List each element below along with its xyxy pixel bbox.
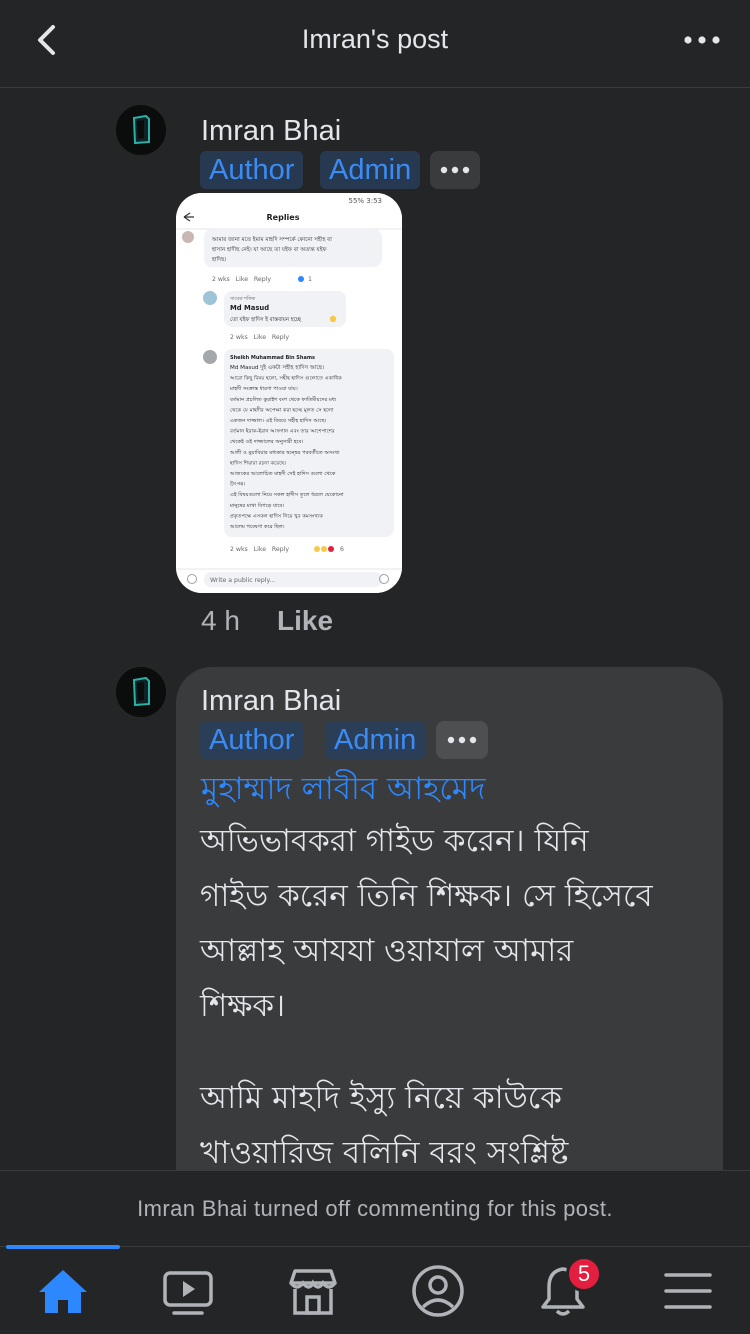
- top-bar: Imran's post: [0, 0, 750, 88]
- attachment-line: আমার জানা মতে ইমাম মাহদি সম্পর্কে কোনো স…: [211, 235, 332, 243]
- reply-avatar: [182, 231, 194, 243]
- marketplace-icon[interactable]: [283, 1261, 343, 1321]
- comments-feed[interactable]: Imran Bhai Author Admin 55% 3:53 Replies…: [0, 89, 750, 1170]
- sheikh-reply-line: আরো কিছু বিষয় হলো, সহীহ হাদিস গুলোতে এক…: [229, 375, 342, 382]
- svg-text:তো যইফ হাদিস ই বাস্তবায়ন হচ্ছ: তো যইফ হাদিস ই বাস্তবায়ন হচ্ছে: [230, 317, 302, 323]
- like-button[interactable]: Like: [277, 605, 333, 637]
- notice-text: turned off commenting for this post.: [247, 1196, 613, 1221]
- avatar-logo-icon: [116, 105, 166, 155]
- page-title: Imran's post: [301, 24, 449, 54]
- author-badge: Author: [200, 151, 304, 189]
- commenting-off-notice: Imran Bhai turned off commenting for thi…: [0, 1170, 750, 1246]
- svg-text:1: 1: [308, 276, 312, 283]
- comment-text-line: আমি মাহদি ইস্যু নিয়ে কাউকে: [200, 1080, 562, 1116]
- menu-icon[interactable]: [658, 1261, 718, 1321]
- home-icon[interactable]: [33, 1261, 93, 1321]
- reply-avatar: [203, 291, 217, 305]
- attachment-line: হাদিছ।: [211, 256, 227, 263]
- sheikh-reply-line: Md Masud দুই একটা সহীহ হাদিস আছে।: [230, 363, 324, 371]
- avatar-logo-icon: [116, 667, 166, 717]
- sheikh-reply-line: আলেম গবেষণা করে ছিল।: [229, 524, 285, 530]
- sheikh-reply-line: এই বিষয়গুলো নিয়ে সকল হাদীস তুলে ধরলে য…: [230, 491, 344, 498]
- admin-badge: Admin: [325, 721, 426, 759]
- sheikh-reply-line: মানুষের মাথা বিগড়ে যাবে।: [229, 503, 284, 509]
- sheikh-reply-line: বর্তমান ইরাক-ইরান আফগান এবং তার আশেপাশের: [229, 428, 335, 435]
- sheikh-reply-line: উৎপন্ন।: [229, 481, 245, 488]
- badge-more-button[interactable]: [430, 151, 480, 189]
- active-tab-indicator: [6, 1245, 120, 1249]
- reply-meta: 2 wks Like Reply: [230, 334, 289, 341]
- profile-icon[interactable]: [408, 1261, 468, 1321]
- mention-link[interactable]: মুহাম্মাদ লাবীব আহমেদ: [201, 765, 485, 817]
- sheikh-reply-line: আজকের আলোচিত মাহদী সেই হাদিস গুলো থেকে: [229, 470, 336, 477]
- avatar[interactable]: [116, 667, 166, 717]
- svg-text:সাবেক শফিক: সাবেক শফিক: [229, 296, 256, 302]
- comment-text-line: শিক্ষক।: [200, 988, 286, 1024]
- sheikh-reply-line: বর্তমান প্রচলিত কুরাইশ বংশ থেকে ফাতিমীয়…: [229, 396, 337, 403]
- reply-avatar: [203, 350, 217, 364]
- comment-text-line: আল্লাহ আযযা ওয়াযাল আমার: [200, 933, 574, 969]
- notice-author-name[interactable]: Imran Bhai: [137, 1196, 247, 1221]
- more-dots-icon: [447, 736, 477, 744]
- phone-status-text: 55% 3:53: [348, 197, 382, 205]
- sheikh-reply-line: প্রকৃতপক্ষে এসকল হাদিস নিয়ে খুব কমসংখ্য…: [230, 513, 323, 519]
- bottom-tab-bar: [0, 1245, 750, 1334]
- more-options-icon[interactable]: [682, 26, 722, 54]
- sheikh-reply-line: একজন দাজ্জাল। এই বিষয়ে সহীহ হাদিস আছে।: [230, 417, 327, 424]
- more-dots-icon: [440, 166, 470, 174]
- sheikh-reply-line: থেকেই ওই দাজ্জালের অনুসারী হবে।: [230, 438, 304, 445]
- author-badge: Author: [200, 721, 304, 759]
- comment-image-attachment[interactable]: 55% 3:53 Replies আমার জানা মতে ইমাম মাহদ…: [176, 193, 402, 593]
- replies-header: Replies: [267, 213, 300, 222]
- badge-more-button[interactable]: [436, 721, 488, 759]
- comment-text-line: খাওয়ারিজ বলিনি বরং সংশ্লিষ্ট: [200, 1135, 569, 1170]
- sheikh-reply-line: থেকে যে মাহদীর অপেক্ষা করা হচ্ছে মূলত সে…: [230, 406, 334, 413]
- notification-count-badge: 5: [566, 1256, 602, 1292]
- comment-text-line: অভিভাবকরা গাইড করেন। যিনি: [200, 823, 589, 859]
- reply-input-placeholder: Write a public reply...: [210, 577, 275, 584]
- avatar[interactable]: [116, 105, 166, 155]
- comment-author-name[interactable]: Imran Bhai: [201, 115, 341, 148]
- reply-meta: 2 wks Like Reply: [230, 546, 289, 553]
- comment-text-line: গাইড করেন তিনি শিক্ষক। সে হিসেবে: [200, 878, 653, 914]
- replies-screenshot: 55% 3:53 Replies আমার জানা মতে ইমাম মাহদ…: [176, 193, 402, 593]
- sheikh-reply-line: আলী ও মুয়াবিয়ার মধ্যকার দ্বন্দ্বের পরব…: [229, 449, 340, 456]
- comment-time: 4 h: [201, 605, 240, 636]
- sheikh-reply-line: মাহদী সংক্রান্ত ধারণা পাওয়া যায়।: [229, 385, 298, 392]
- comment-author-name[interactable]: Imran Bhai: [201, 685, 341, 718]
- svg-text:6: 6: [340, 546, 344, 553]
- attachment-line: হাসান হাদীছ নেই। যা আছে তা যইফ বা অত্যন্…: [211, 245, 328, 253]
- watch-icon[interactable]: [158, 1261, 218, 1321]
- reply-meta: 2 wks Like Reply: [212, 276, 271, 283]
- admin-badge: Admin: [320, 151, 421, 189]
- svg-text:Md Masud: Md Masud: [230, 304, 269, 312]
- svg-text:Sheikh Muhammad Bin Shams: Sheikh Muhammad Bin Shams: [230, 355, 315, 361]
- sheikh-reply-line: হাদিস শিয়ারা রচনা করেছে।: [229, 460, 286, 466]
